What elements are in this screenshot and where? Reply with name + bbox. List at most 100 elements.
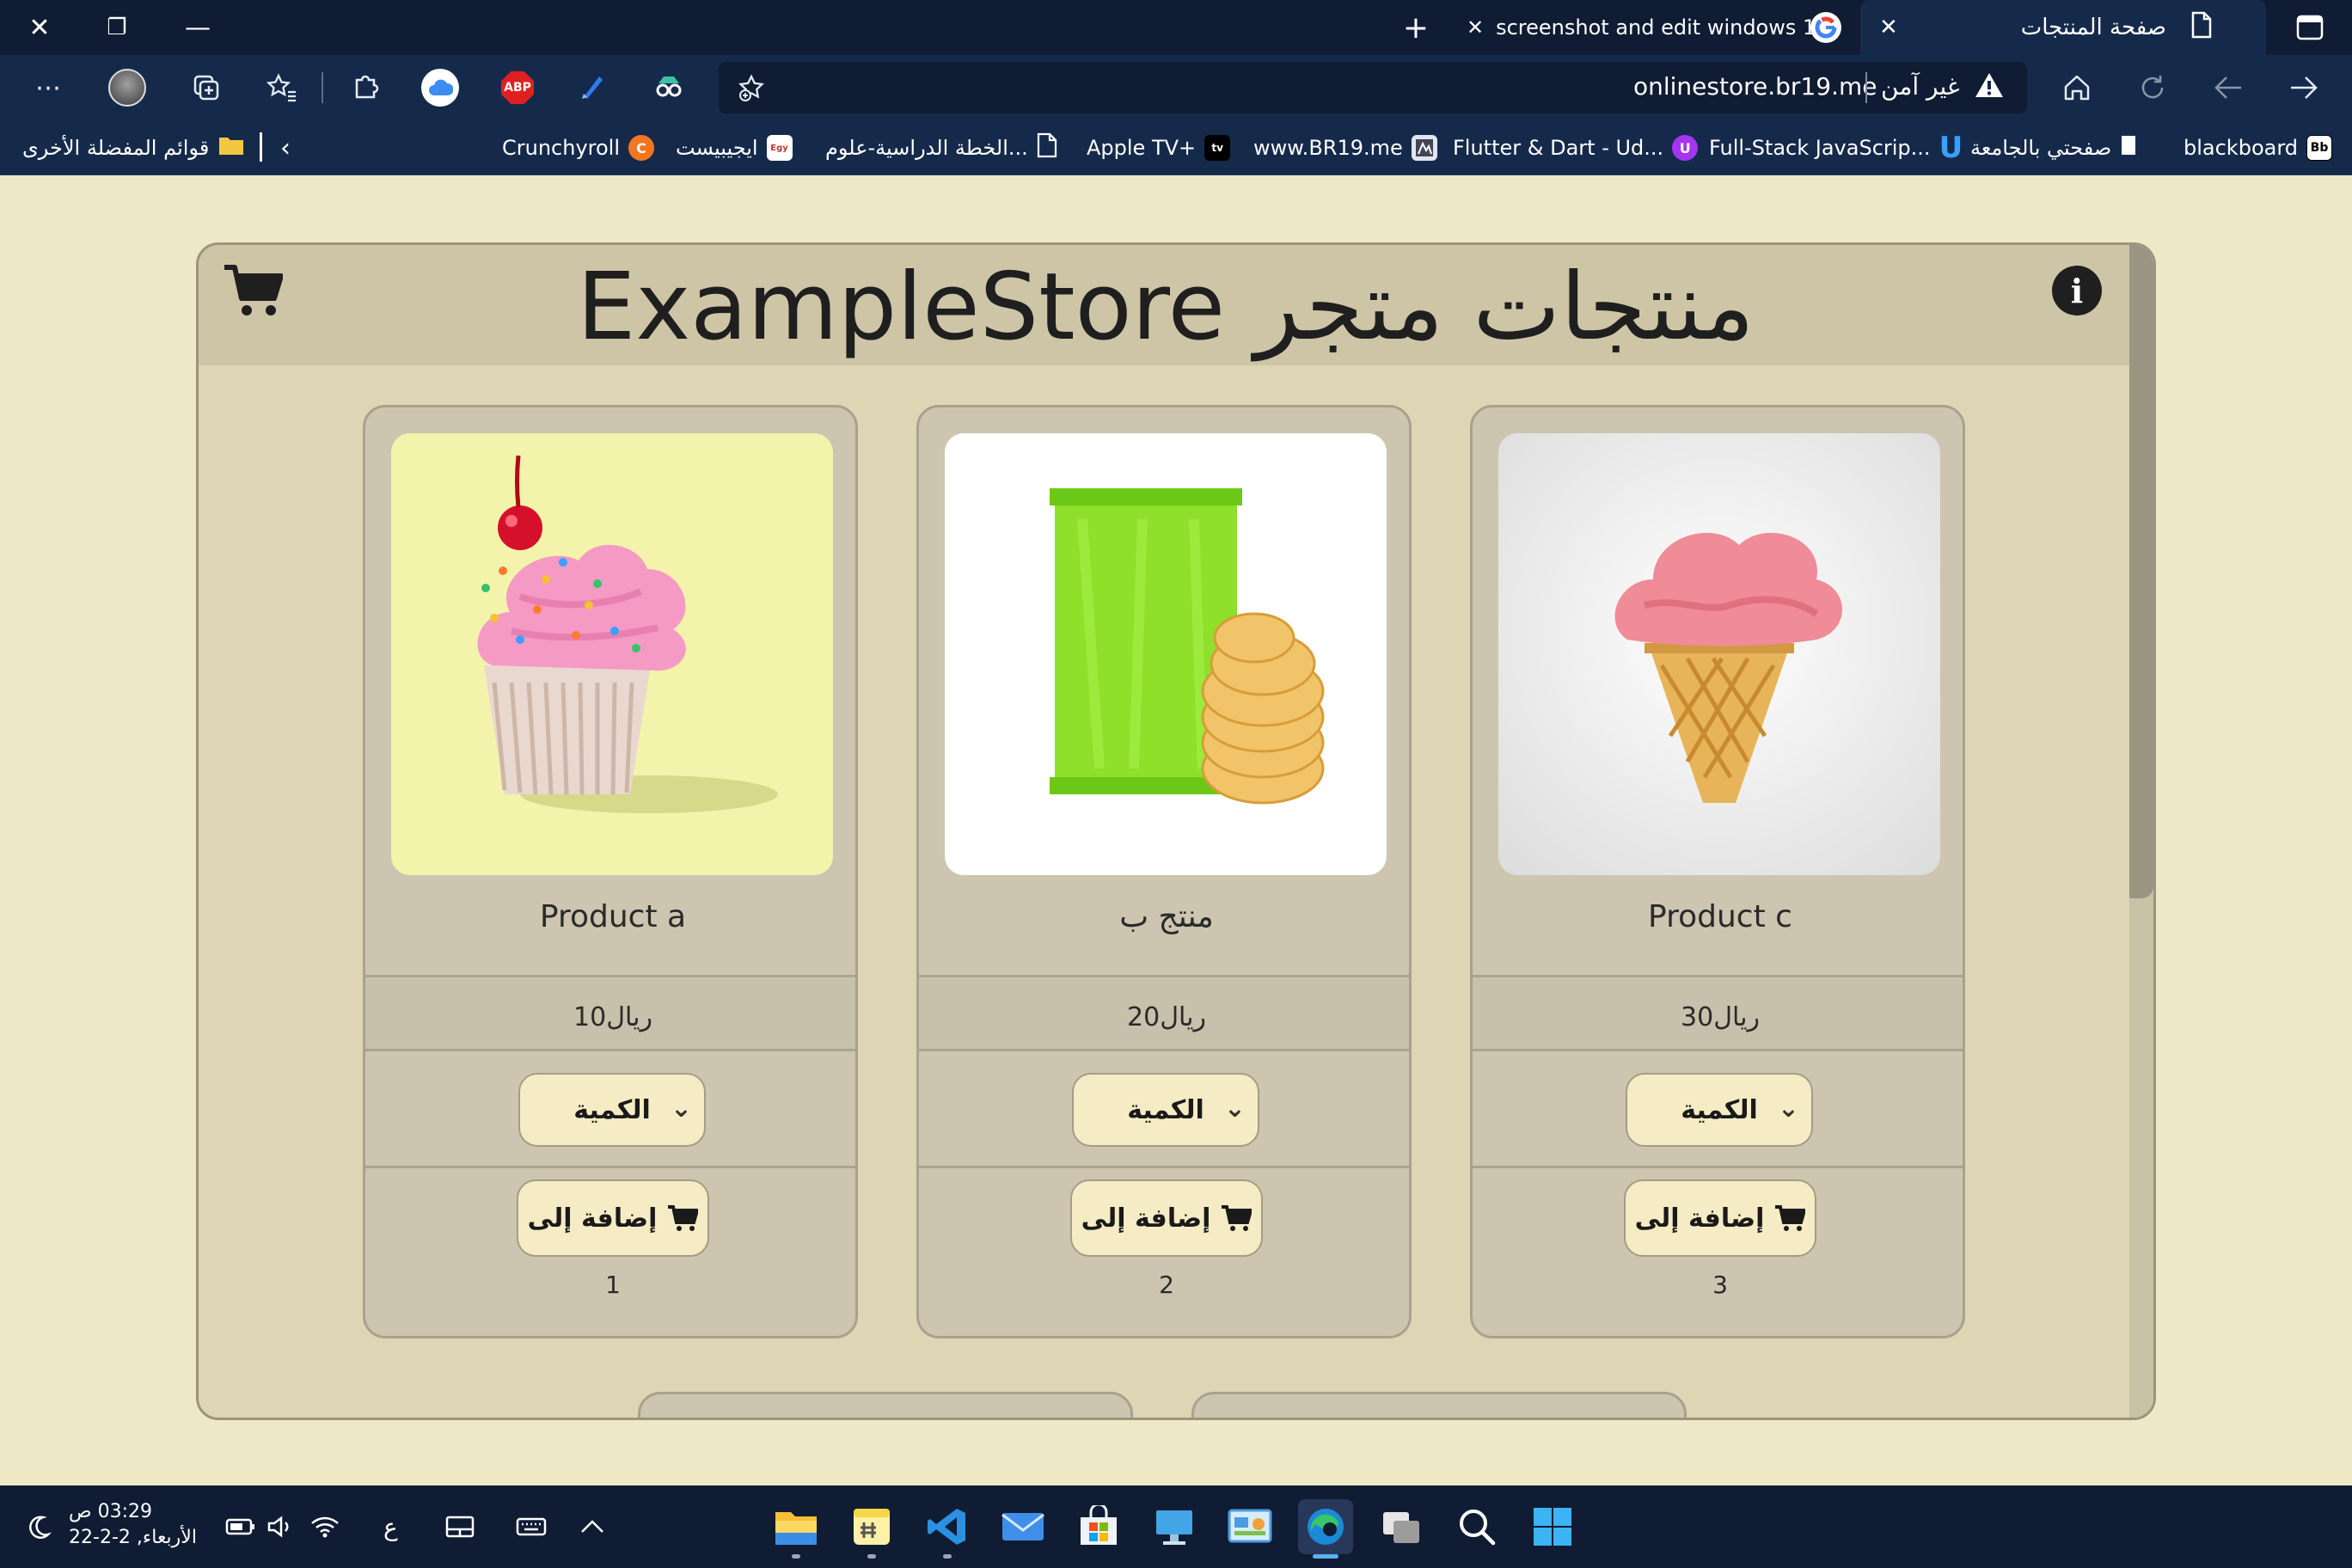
wifi-icon[interactable] xyxy=(309,1506,340,1547)
running-indicator xyxy=(867,1554,876,1559)
product-name: Product a xyxy=(539,899,687,934)
fav-apple-tv[interactable]: Apple TV+ tv xyxy=(1087,120,1231,175)
chevron-left-icon[interactable]: ‹ xyxy=(280,120,291,175)
task-view-icon[interactable] xyxy=(1374,1499,1429,1554)
collections-icon[interactable] xyxy=(186,67,227,108)
store-header: منتجات متجر ExampleStore i xyxy=(199,245,2153,365)
fav-fullstack[interactable]: Full-Stack JavaScrip... U xyxy=(1709,120,1963,175)
product-image xyxy=(945,433,1387,875)
clock-time: 03:29 ص xyxy=(69,1501,152,1522)
close-tab-icon[interactable]: ✕ xyxy=(1467,15,1484,40)
profile-avatar[interactable] xyxy=(107,67,148,108)
fav-label: blackboard xyxy=(2184,136,2299,160)
fav-crunchyroll[interactable]: Crunchyroll C xyxy=(502,120,655,175)
forward-icon[interactable] xyxy=(2283,67,2324,108)
add-favorite-icon[interactable] xyxy=(734,70,769,105)
minimize-window-icon[interactable]: — xyxy=(177,0,218,55)
quantity-select[interactable]: الكمية ⌄ xyxy=(1626,1073,1813,1147)
product-index: 3 xyxy=(1712,1271,1728,1299)
fav-br19[interactable]: www.BR19.me xyxy=(1253,120,1437,175)
add-to-cart-button[interactable]: إضافة إلى xyxy=(1070,1179,1263,1257)
control-panel-icon[interactable] xyxy=(1222,1499,1277,1554)
extensions-icon[interactable] xyxy=(346,67,387,108)
add-label: إضافة إلى xyxy=(527,1203,658,1234)
store-container: منتجات متجر ExampleStore i Product a 10ر… xyxy=(196,242,2156,1420)
scrollbar-thumb[interactable] xyxy=(2129,245,2153,898)
add-to-cart-button[interactable]: إضافة إلى xyxy=(517,1179,709,1257)
fav-blackboard[interactable]: blackboard Bb xyxy=(2184,120,2333,175)
cloud-extension-icon[interactable] xyxy=(420,67,461,108)
sticky-notes-icon[interactable] xyxy=(844,1499,899,1554)
crunchyroll-icon: C xyxy=(628,135,655,161)
quantity-select[interactable]: الكمية ⌄ xyxy=(518,1073,706,1147)
other-favorites[interactable]: قوائم المفضلة الأخرى xyxy=(22,120,245,175)
ice-cream-image xyxy=(1614,532,1842,803)
tab-products[interactable]: ✕ صفحة المنتجات xyxy=(1860,0,2266,55)
close-window-icon[interactable]: ✕ xyxy=(19,0,60,55)
fav-label: Apple TV+ xyxy=(1087,136,1197,160)
battery-icon[interactable] xyxy=(225,1506,256,1547)
mail-icon[interactable] xyxy=(995,1499,1050,1554)
input-language[interactable]: ع xyxy=(383,1506,398,1547)
warning-icon[interactable] xyxy=(1974,70,2005,103)
spy-extension-icon[interactable] xyxy=(648,67,689,108)
file-explorer-icon[interactable] xyxy=(769,1499,824,1554)
product-card-partial xyxy=(1191,1392,1687,1418)
fav-egybest[interactable]: ايجيبيست Egy xyxy=(676,120,793,175)
restore-window-icon[interactable]: ❐ xyxy=(96,0,138,55)
br19-icon xyxy=(1411,135,1437,161)
moon-icon[interactable] xyxy=(26,1506,52,1547)
active-indicator xyxy=(1313,1554,1338,1559)
fav-university[interactable]: صفحتي بالجامعة xyxy=(1970,120,2137,175)
product-price: 30ريال xyxy=(1681,1002,1760,1032)
keyboard-icon[interactable] xyxy=(516,1506,547,1547)
start-icon[interactable] xyxy=(1525,1499,1580,1554)
product-price: 20ريال xyxy=(1127,1002,1206,1032)
more-menu-icon[interactable]: ⋯ xyxy=(28,67,69,108)
chevron-down-icon: ⌄ xyxy=(1223,1093,1246,1124)
fav-label: الخطة الدراسية-علوم... xyxy=(825,136,1028,160)
close-tab-icon[interactable]: ✕ xyxy=(1879,15,1898,40)
info-icon[interactable]: i xyxy=(2052,266,2102,315)
remote-desktop-icon[interactable] xyxy=(1147,1499,1202,1554)
refresh-icon[interactable] xyxy=(2132,67,2173,108)
search-icon[interactable] xyxy=(1449,1499,1504,1554)
favorites-icon[interactable] xyxy=(261,67,303,108)
store-icon[interactable] xyxy=(1071,1499,1126,1554)
fav-label: Crunchyroll xyxy=(502,136,621,160)
adblock-icon[interactable]: ABP xyxy=(497,67,538,108)
pen-extension-icon[interactable] xyxy=(573,67,614,108)
new-tab-button[interactable]: + xyxy=(1393,0,1439,55)
quantity-select[interactable]: الكمية ⌄ xyxy=(1072,1073,1259,1147)
tab-screenshot[interactable]: ✕ screenshot and edit windows 11 xyxy=(1461,0,1859,55)
add-to-cart-button[interactable]: إضافة إلى xyxy=(1624,1179,1816,1257)
edge-icon[interactable] xyxy=(1298,1499,1353,1554)
security-label[interactable]: غير آمن xyxy=(1881,72,1960,101)
apple-tv-icon: tv xyxy=(1204,135,1231,161)
fav-study-plan[interactable]: الخطة الدراسية-علوم... xyxy=(825,120,1057,175)
volume-icon[interactable] xyxy=(266,1506,294,1547)
product-name: منتج ب xyxy=(1119,899,1214,934)
tablet-mode-icon[interactable] xyxy=(445,1506,475,1547)
cart-icon xyxy=(1222,1205,1253,1231)
divider xyxy=(1473,975,1963,977)
page-title: منتجات متجر ExampleStore xyxy=(577,254,1755,361)
running-indicator xyxy=(943,1554,952,1559)
cart-icon xyxy=(1775,1205,1806,1231)
chevron-down-icon: ⌄ xyxy=(670,1093,692,1124)
other-favorites-label: قوائم المفضلة الأخرى xyxy=(22,136,210,160)
fav-flutter[interactable]: Flutter & Dart - Ud... U xyxy=(1453,120,1699,175)
tab-actions-icon[interactable] xyxy=(2288,0,2331,55)
chevron-up-icon[interactable] xyxy=(579,1506,605,1547)
favbar-separator xyxy=(260,132,262,162)
quantity-label: الكمية xyxy=(1681,1094,1758,1125)
product-index: 1 xyxy=(605,1271,621,1299)
vscode-icon[interactable] xyxy=(920,1499,975,1554)
divider xyxy=(919,1166,1409,1168)
add-label: إضافة إلى xyxy=(1081,1203,1211,1234)
clock[interactable]: 03:29 ص الأربعاء, 2-2-22 xyxy=(69,1499,197,1551)
home-icon[interactable] xyxy=(2056,67,2098,108)
divider xyxy=(1473,1049,1963,1051)
back-icon[interactable] xyxy=(2208,67,2249,108)
address-bar[interactable]: onlinestore.br19.me غير آمن xyxy=(719,62,2027,113)
